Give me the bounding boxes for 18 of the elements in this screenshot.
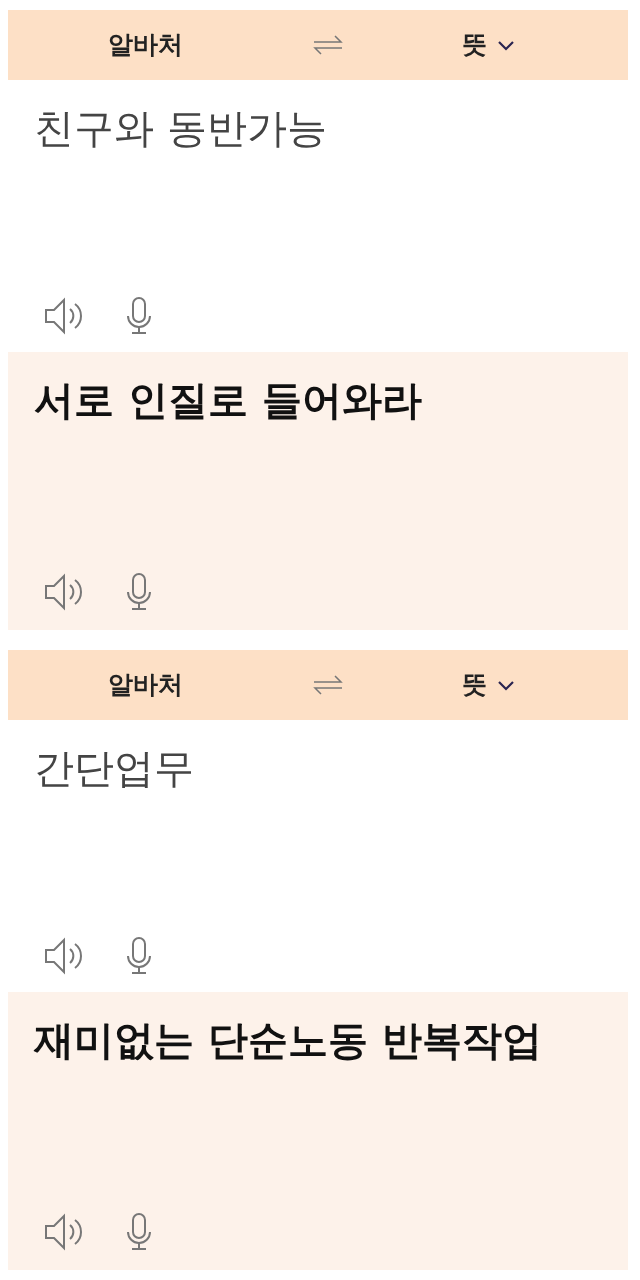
target-language-dropdown[interactable]: 뜻 (461, 26, 515, 64)
source-text: 간단업무 (33, 744, 195, 793)
microphone-icon[interactable] (124, 572, 154, 612)
swap-icon[interactable] (312, 674, 344, 696)
microphone-icon[interactable] (124, 1212, 154, 1252)
target-language-dropdown[interactable]: 뜻 (461, 666, 515, 704)
source-language[interactable]: 알바처 (108, 666, 183, 704)
target-language: 뜻 (461, 669, 487, 702)
microphone-icon[interactable] (124, 936, 154, 976)
chevron-down-icon (496, 679, 515, 691)
source-text: 친구와 동반가능 (33, 104, 328, 153)
translation-text: 재미없는 단순노동 반복작업 (32, 1016, 543, 1065)
translation-text: 서로 인질로 들어와라 (33, 376, 423, 425)
source-language[interactable]: 알바처 (108, 26, 183, 64)
target-language: 뜻 (461, 29, 487, 62)
microphone-icon[interactable] (124, 296, 154, 336)
swap-icon[interactable] (312, 34, 344, 56)
chevron-down-icon (496, 39, 515, 51)
